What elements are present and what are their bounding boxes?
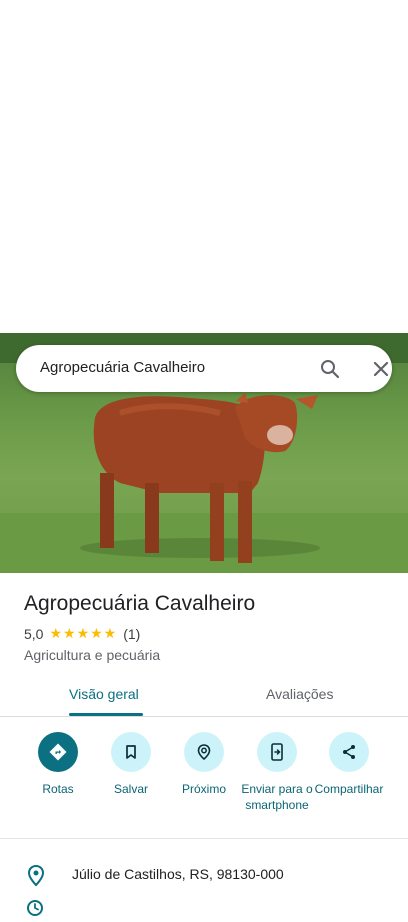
share-icon xyxy=(329,732,369,772)
send-to-phone-icon xyxy=(257,732,297,772)
save-button[interactable]: Salvar xyxy=(93,732,169,797)
location-pin-icon xyxy=(26,864,46,888)
place-category: Agricultura e pecuária xyxy=(24,647,161,663)
close-icon[interactable] xyxy=(369,357,393,381)
share-label: Compartilhar xyxy=(314,782,384,796)
clock-icon xyxy=(26,899,44,917)
address-row[interactable]: Júlio de Castilhos, RS, 98130-000 xyxy=(0,858,408,888)
nearby-button[interactable]: Próximo xyxy=(166,732,242,797)
search-icon[interactable] xyxy=(318,357,342,381)
nearby-icon xyxy=(184,732,224,772)
tab-reviews[interactable]: Avaliações xyxy=(266,686,333,702)
search-bar[interactable]: Agropecuária Cavalheiro xyxy=(16,345,392,392)
bookmark-icon xyxy=(111,732,151,772)
directions-icon xyxy=(38,732,78,772)
rating-value: 5,0 xyxy=(24,625,44,642)
address-text: Júlio de Castilhos, RS, 98130-000 xyxy=(72,866,284,882)
place-title: Agropecuária Cavalheiro xyxy=(24,592,256,615)
tab-overview[interactable]: Visão geral xyxy=(69,686,139,702)
send-to-phone-label: Enviar para o smartphone xyxy=(241,782,313,812)
share-button[interactable]: Compartilhar xyxy=(311,732,387,797)
directions-button[interactable]: Rotas xyxy=(20,732,96,797)
tabs-divider xyxy=(0,716,408,717)
search-input[interactable]: Agropecuária Cavalheiro xyxy=(40,359,205,376)
send-to-phone-button[interactable]: Enviar para o smartphone xyxy=(239,732,315,813)
review-count[interactable]: (1) xyxy=(123,626,140,642)
directions-label: Rotas xyxy=(42,782,74,796)
rating-row[interactable]: 5,0 ★★★★★ (1) xyxy=(24,625,140,642)
actions-divider xyxy=(0,838,408,839)
nearby-label: Próximo xyxy=(181,782,226,796)
save-label: Salvar xyxy=(113,782,148,796)
rating-stars: ★★★★★ xyxy=(49,625,118,641)
